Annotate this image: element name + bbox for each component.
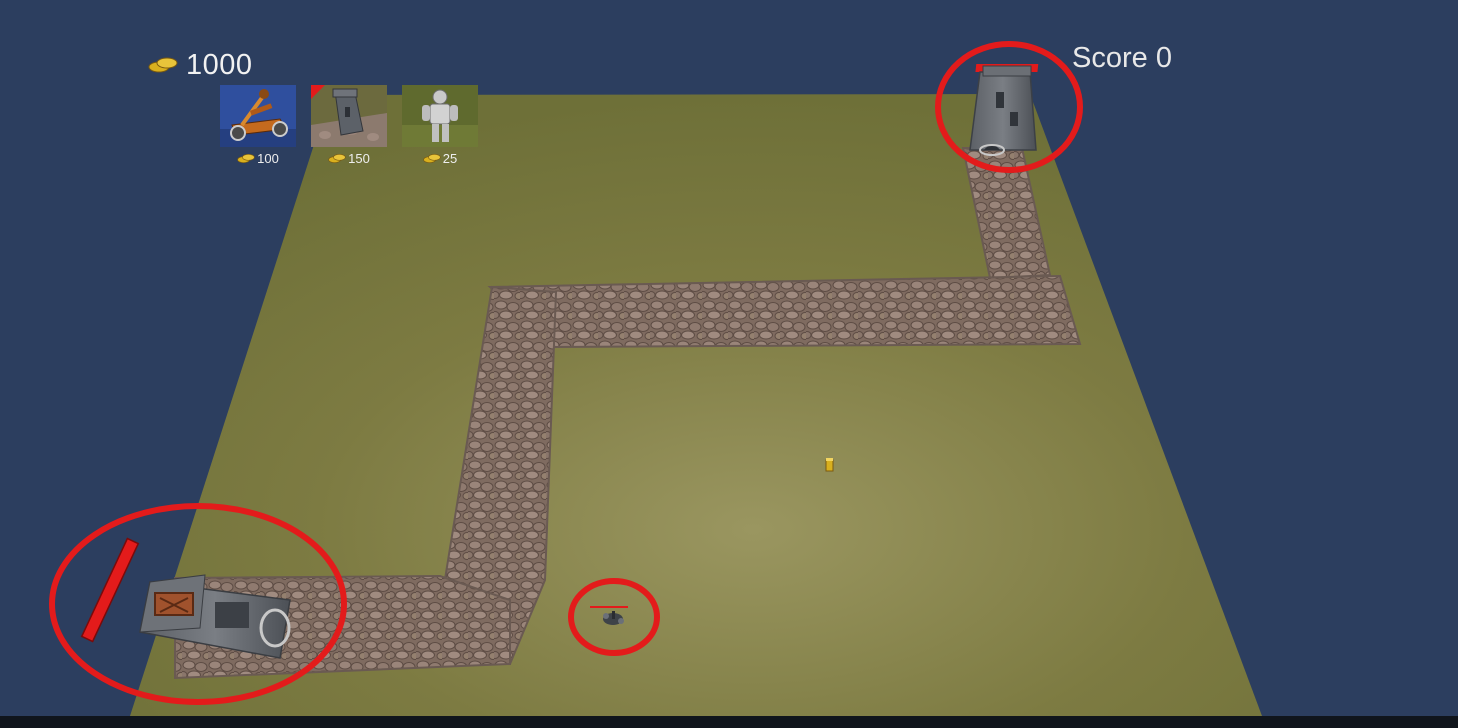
gold-coins-icon [148,57,178,73]
shop-item-catapult[interactable]: 100 [219,85,297,166]
shop-item-cost-value: 150 [348,150,370,166]
base-tower-health-bar [80,537,140,643]
score-label: Score 0 [1072,42,1172,74]
shop-item-tower[interactable]: 150 [310,85,388,166]
screen-bottom-strip [0,716,1458,728]
shop-item-cost: 150 [328,150,370,166]
spawn-tower[interactable] [969,64,1039,156]
shop-item-cost: 25 [423,150,457,166]
knight-icon[interactable] [402,85,478,147]
gold-coins-icon [328,153,346,163]
gold-coins-icon [237,153,255,163]
gold-counter: 1000 [148,48,253,82]
shop-item-cost-value: 25 [442,150,458,166]
gold-coins-icon [423,153,441,163]
shop-item-knight[interactable]: 25 [401,85,479,166]
tower-icon[interactable] [311,85,387,147]
gold-pickup[interactable] [825,458,834,472]
shop-item-cost-value: 100 [257,150,279,166]
unit-shop: 100 150 25 [219,85,479,166]
shop-item-cost: 100 [237,150,279,166]
gold-amount: 1000 [186,48,253,81]
catapult-icon[interactable] [220,85,296,147]
